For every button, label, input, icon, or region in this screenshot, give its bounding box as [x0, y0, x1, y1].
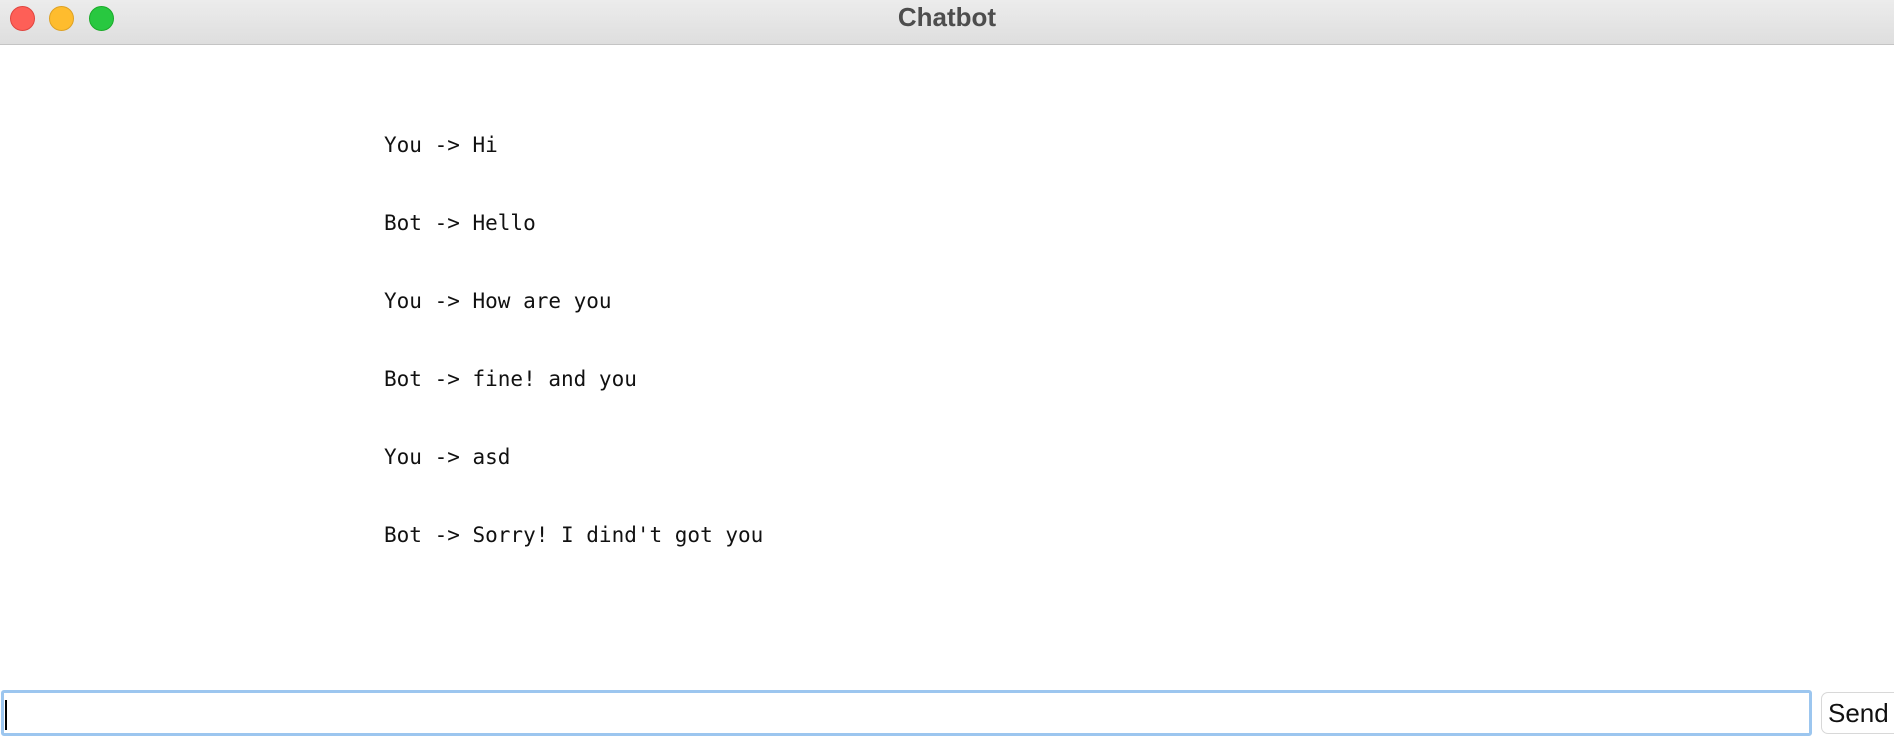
chatbot-window: Chatbot You -> Hi Bot -> Hello You -> Ho… — [0, 0, 1894, 740]
text-caret — [5, 700, 7, 730]
transcript-line: Bot -> fine! and you — [384, 367, 637, 391]
composer-row: Send — [0, 688, 1894, 740]
send-button[interactable]: Send — [1821, 692, 1894, 734]
chat-transcript[interactable]: You -> Hi Bot -> Hello You -> How are yo… — [0, 46, 1894, 686]
transcript-lines: You -> Hi Bot -> Hello You -> How are yo… — [384, 80, 763, 600]
window-title: Chatbot — [897, 2, 997, 32]
title-bar[interactable]: Chatbot — [0, 0, 1894, 45]
transcript-line: Bot -> Hello — [384, 211, 536, 235]
transcript-line: You -> How are you — [384, 289, 612, 313]
transcript-line: You -> asd — [384, 445, 511, 469]
transcript-line: Bot -> Sorry! I dind't got you — [384, 523, 764, 547]
transcript-line: You -> Hi — [384, 133, 498, 157]
message-input[interactable] — [1, 690, 1812, 736]
